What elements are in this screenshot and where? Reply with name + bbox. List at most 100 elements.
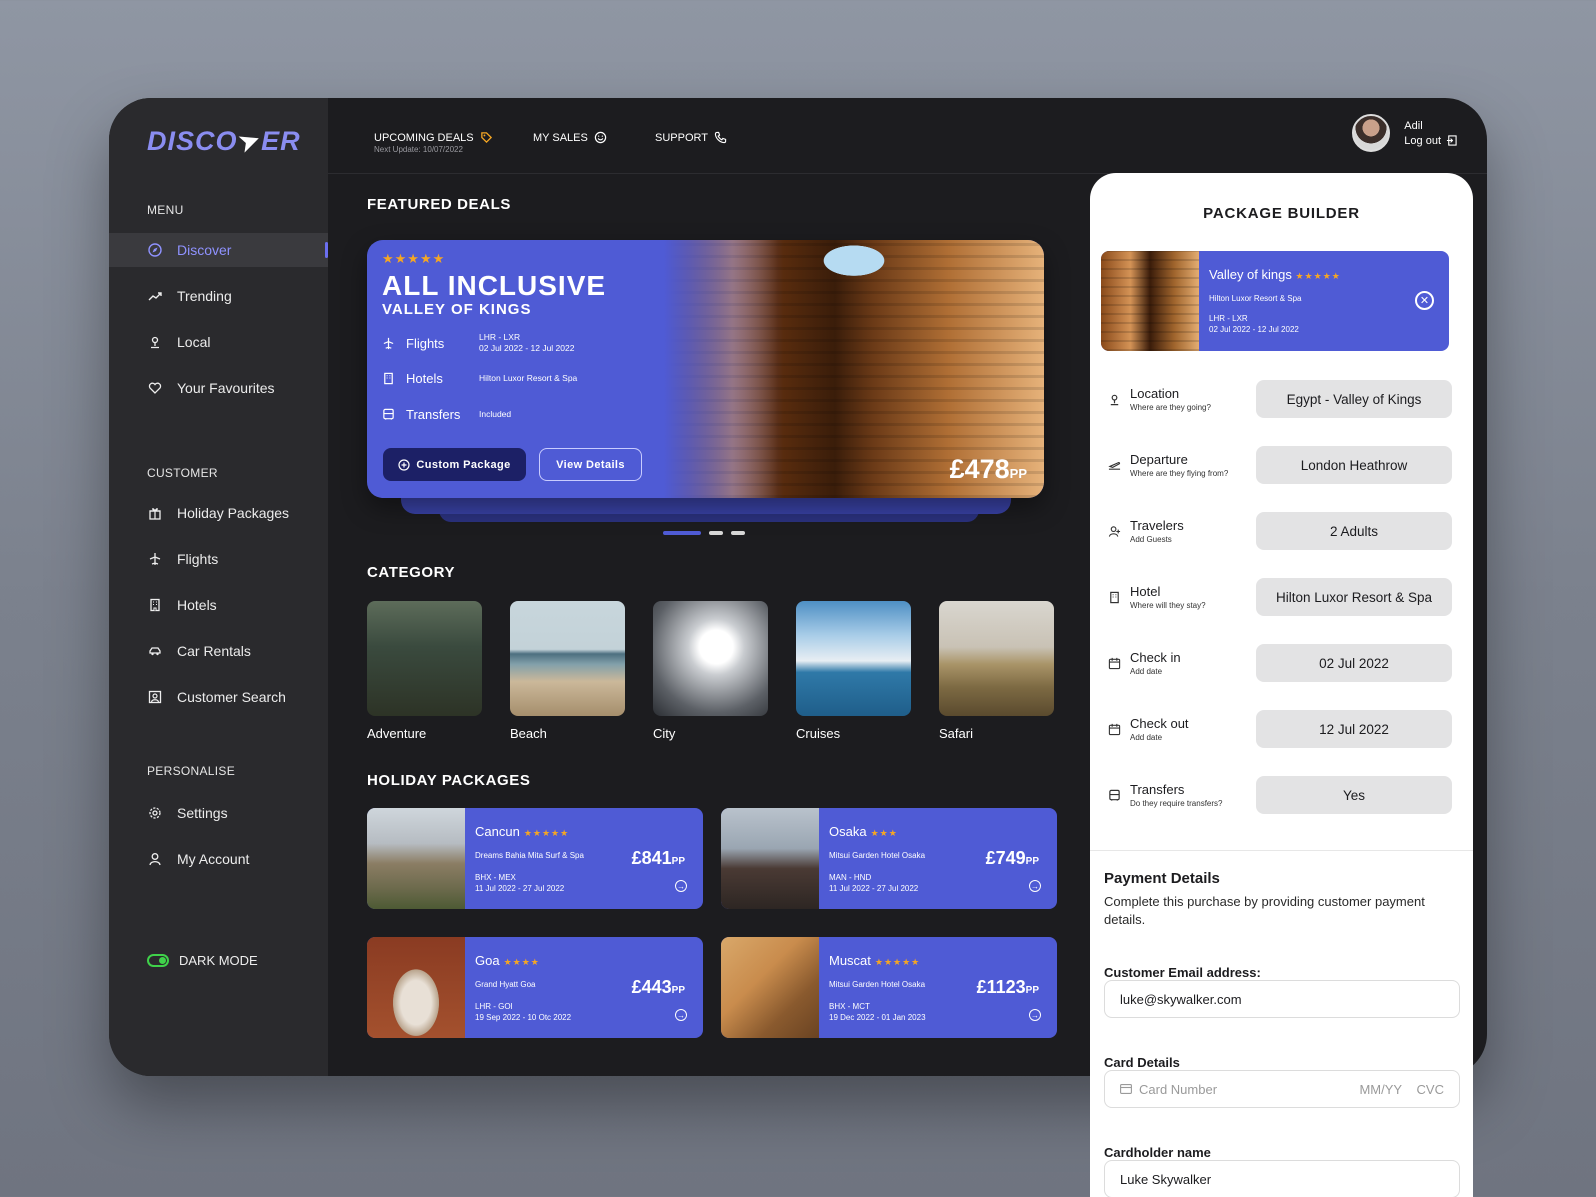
sidebar-item-car-rentals[interactable]: Car Rentals [109, 634, 328, 668]
arrow-circle-icon[interactable]: → [1029, 880, 1041, 892]
category-label: Cruises [796, 726, 841, 741]
nav-upcoming-deals[interactable]: UPCOMING DEALS [374, 131, 494, 145]
featured-deal-card[interactable]: ★★★★★ ALL INCLUSIVE VALLEY OF KINGS Flig… [367, 240, 1044, 498]
sidebar-item-label: Hotels [177, 597, 217, 613]
category-beach[interactable]: Beach [510, 601, 625, 741]
sidebar-item-my-account[interactable]: My Account [109, 842, 328, 876]
builder-row-labels: Hotel Where will they stay? [1130, 584, 1260, 610]
featured-flights-label: Flights [406, 335, 445, 351]
category-adventure[interactable]: Adventure [367, 601, 482, 741]
builder-row-label: Travelers [1130, 518, 1184, 533]
featured-hotels-label: Hotels [406, 371, 443, 386]
sidebar-item-label: Your Favourites [177, 380, 275, 396]
nav-my-sales[interactable]: MY SALES [533, 131, 608, 145]
rating-stars: ★★★ [870, 828, 898, 838]
sidebar-item-settings[interactable]: Settings [109, 796, 328, 830]
payment-details-description: Complete this purchase by providing cust… [1104, 894, 1425, 927]
card-number-field[interactable]: Card Number MM/YY CVC [1104, 1070, 1460, 1108]
toggle-switch-icon [147, 954, 169, 967]
sidebar-item-trending[interactable]: Trending [109, 279, 328, 313]
category-safari[interactable]: Safari [939, 601, 1054, 741]
carousel-dot[interactable] [731, 531, 745, 535]
plus-circle-icon [398, 458, 410, 471]
category-image [796, 601, 911, 716]
sidebar-item-label: Flights [177, 551, 219, 567]
selected-package-card[interactable]: Valley of kings ★★★★★ Hilton Luxor Resor… [1101, 251, 1449, 351]
nav-support[interactable]: SUPPORT [655, 131, 728, 145]
card-cvc-placeholder: CVC [1416, 1082, 1444, 1097]
nav-my-sales-label: MY SALES [533, 132, 588, 144]
selected-package-dates: 02 Jul 2022 - 12 Jul 2022 [1209, 325, 1299, 334]
package-card-muscat[interactable]: Muscat ★★★★★ Mitsui Garden Hotel Osaka BH… [721, 937, 1057, 1038]
package-builder-title: PACKAGE BUILDER [1203, 205, 1360, 222]
category-cruises[interactable]: Cruises [796, 601, 911, 741]
builder-row-sublabel: Where will they stay? [1130, 601, 1206, 610]
user-menu[interactable]: Adil Log out [1352, 114, 1457, 152]
check-in-field[interactable]: 02 Jul 2022 [1256, 644, 1452, 682]
sidebar-item-customer-search[interactable]: Customer Search [109, 680, 328, 714]
nav-support-label: SUPPORT [655, 132, 708, 144]
builder-row-labels: Check out Add date [1130, 716, 1260, 742]
compass-icon [147, 242, 163, 258]
carousel-dot-active[interactable] [663, 531, 701, 535]
package-price-value: £443 [631, 977, 672, 997]
sidebar-item-label: Settings [177, 805, 228, 821]
travelers-field[interactable]: 2 Adults [1256, 512, 1452, 550]
sidebar-item-holiday-packages[interactable]: Holiday Packages [109, 496, 328, 530]
heart-icon [147, 380, 163, 396]
category-city[interactable]: City [653, 601, 768, 741]
logo-text-left: DISCO [147, 126, 238, 156]
sidebar-item-local[interactable]: Local [109, 325, 328, 359]
dark-mode-toggle[interactable]: DARK MODE [147, 953, 258, 968]
logout-button[interactable]: Log out [1404, 135, 1457, 147]
package-card-osaka[interactable]: Osaka ★★★ Mitsui Garden Hotel Osaka MAN -… [721, 808, 1057, 909]
package-price-unit: PP [671, 985, 685, 996]
next-update-text: Next Update: 10/07/2022 [374, 145, 463, 154]
hotel-field[interactable]: Hilton Luxor Resort & Spa [1256, 578, 1452, 616]
package-image [721, 937, 819, 1038]
package-price-unit: PP [1025, 856, 1039, 867]
featured-flights-dates: 02 Jul 2022 - 12 Jul 2022 [479, 343, 575, 353]
transfers-field[interactable]: Yes [1256, 776, 1452, 814]
featured-flights-value: LHR - LXR 02 Jul 2022 - 12 Jul 2022 [479, 332, 574, 354]
builder-row-sublabel: Where are they going? [1130, 403, 1211, 412]
logout-label: Log out [1404, 134, 1441, 147]
view-details-button[interactable]: View Details [539, 448, 642, 481]
builder-row-check-in: Check in Add date 02 Jul 2022 [1106, 644, 1452, 682]
custom-package-button[interactable]: Custom Package [383, 448, 526, 481]
featured-transfers-label: Transfers [406, 407, 461, 422]
email-label: Customer Email address: [1104, 965, 1261, 980]
featured-hotels-row: Hotels Hilton Luxor Resort & Spa [382, 371, 577, 386]
departure-field[interactable]: London Heathrow [1256, 446, 1452, 484]
builder-row-labels: Departure Where are they flying from? [1130, 452, 1260, 478]
package-card-goa[interactable]: Goa ★★★★ Grand Hyatt Goa LHR - GOI 19 Sep … [367, 937, 703, 1038]
rating-stars: ★★★★ [503, 957, 540, 967]
carousel-pagination[interactable] [663, 531, 745, 535]
remove-package-icon[interactable]: ✕ [1415, 291, 1434, 310]
builder-row-label: Transfers [1130, 782, 1185, 797]
package-price: £749PP [986, 848, 1039, 869]
package-builder-panel: PACKAGE BUILDER Valley of kings ★★★★★ Hi… [1090, 173, 1473, 1197]
credit-card-icon [1120, 1084, 1132, 1094]
arrow-circle-icon[interactable]: → [1029, 1009, 1041, 1021]
location-field[interactable]: Egypt - Valley of Kings [1256, 380, 1452, 418]
sidebar-item-favourites[interactable]: Your Favourites [109, 371, 328, 405]
sidebar-item-discover[interactable]: Discover [109, 233, 328, 267]
package-card-cancun[interactable]: Cancun ★★★★★ Dreams Bahia Mita Surf & Spa… [367, 808, 703, 909]
avatar[interactable] [1352, 114, 1391, 152]
sidebar-item-flights[interactable]: Flights [109, 542, 328, 576]
check-out-field[interactable]: 12 Jul 2022 [1256, 710, 1452, 748]
payment-details-title: Payment Details [1104, 870, 1220, 887]
email-field[interactable]: luke@skywalker.com [1104, 980, 1460, 1018]
sidebar-item-hotels[interactable]: Hotels [109, 588, 328, 622]
cardholder-field[interactable]: Luke Skywalker [1104, 1160, 1460, 1197]
location-icon [147, 334, 163, 350]
card-expiry-cvc[interactable]: MM/YY CVC [1359, 1082, 1444, 1097]
carousel-dot[interactable] [709, 531, 723, 535]
logo[interactable]: DISCO➤ER [147, 123, 301, 159]
arrow-circle-icon[interactable]: → [675, 880, 687, 892]
arrow-circle-icon[interactable]: → [675, 1009, 687, 1021]
package-price: £1123PP [977, 977, 1039, 998]
builder-row-label: Check out [1130, 716, 1189, 731]
divider [1090, 850, 1473, 851]
